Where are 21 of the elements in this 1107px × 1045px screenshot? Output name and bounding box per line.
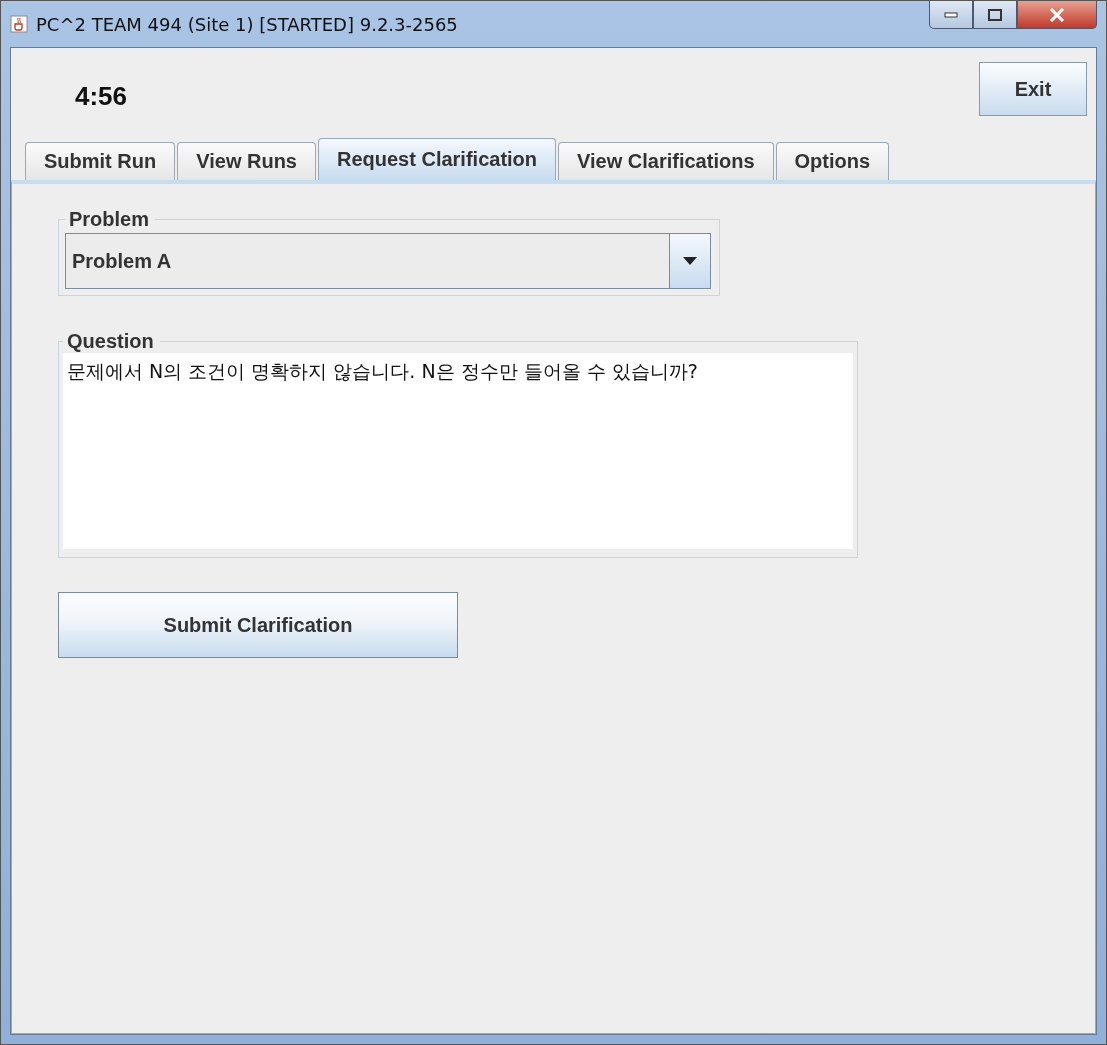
clock-text: 4:56 <box>75 80 128 112</box>
minimize-button[interactable] <box>929 1 973 29</box>
tab[interactable]: View Clarifications <box>558 142 774 180</box>
tab[interactable]: Request Clarification <box>318 138 557 180</box>
maximize-icon <box>988 8 1002 21</box>
tab[interactable]: View Runs <box>177 142 316 180</box>
tab[interactable]: Options <box>775 142 890 180</box>
close-icon <box>1049 7 1065 22</box>
minimize-icon <box>944 11 958 18</box>
group-legend: Question <box>63 330 160 353</box>
question-field[interactable]: 문제에서 N의 조건이 명확하지 않습니다. N은 정수만 들어올 수 있습니까? <box>63 353 853 549</box>
close-button[interactable] <box>1017 1 1097 29</box>
group-legend: Problem <box>65 208 156 231</box>
problem-dropdown[interactable]: Problem A <box>65 233 711 289</box>
window-title: PC^2 TEAM 494 (Site 1) [STARTED] 9.2.3-2565 <box>36 13 458 35</box>
maximize-button[interactable] <box>973 1 1017 29</box>
tab[interactable]: Submit Run <box>25 142 176 180</box>
caret-icon <box>683 257 697 265</box>
coffee-cup-icon <box>10 15 28 33</box>
exit-button[interactable]: Exit <box>979 62 1087 116</box>
submit-clarification-button[interactable]: Submit Clarification <box>58 592 458 658</box>
